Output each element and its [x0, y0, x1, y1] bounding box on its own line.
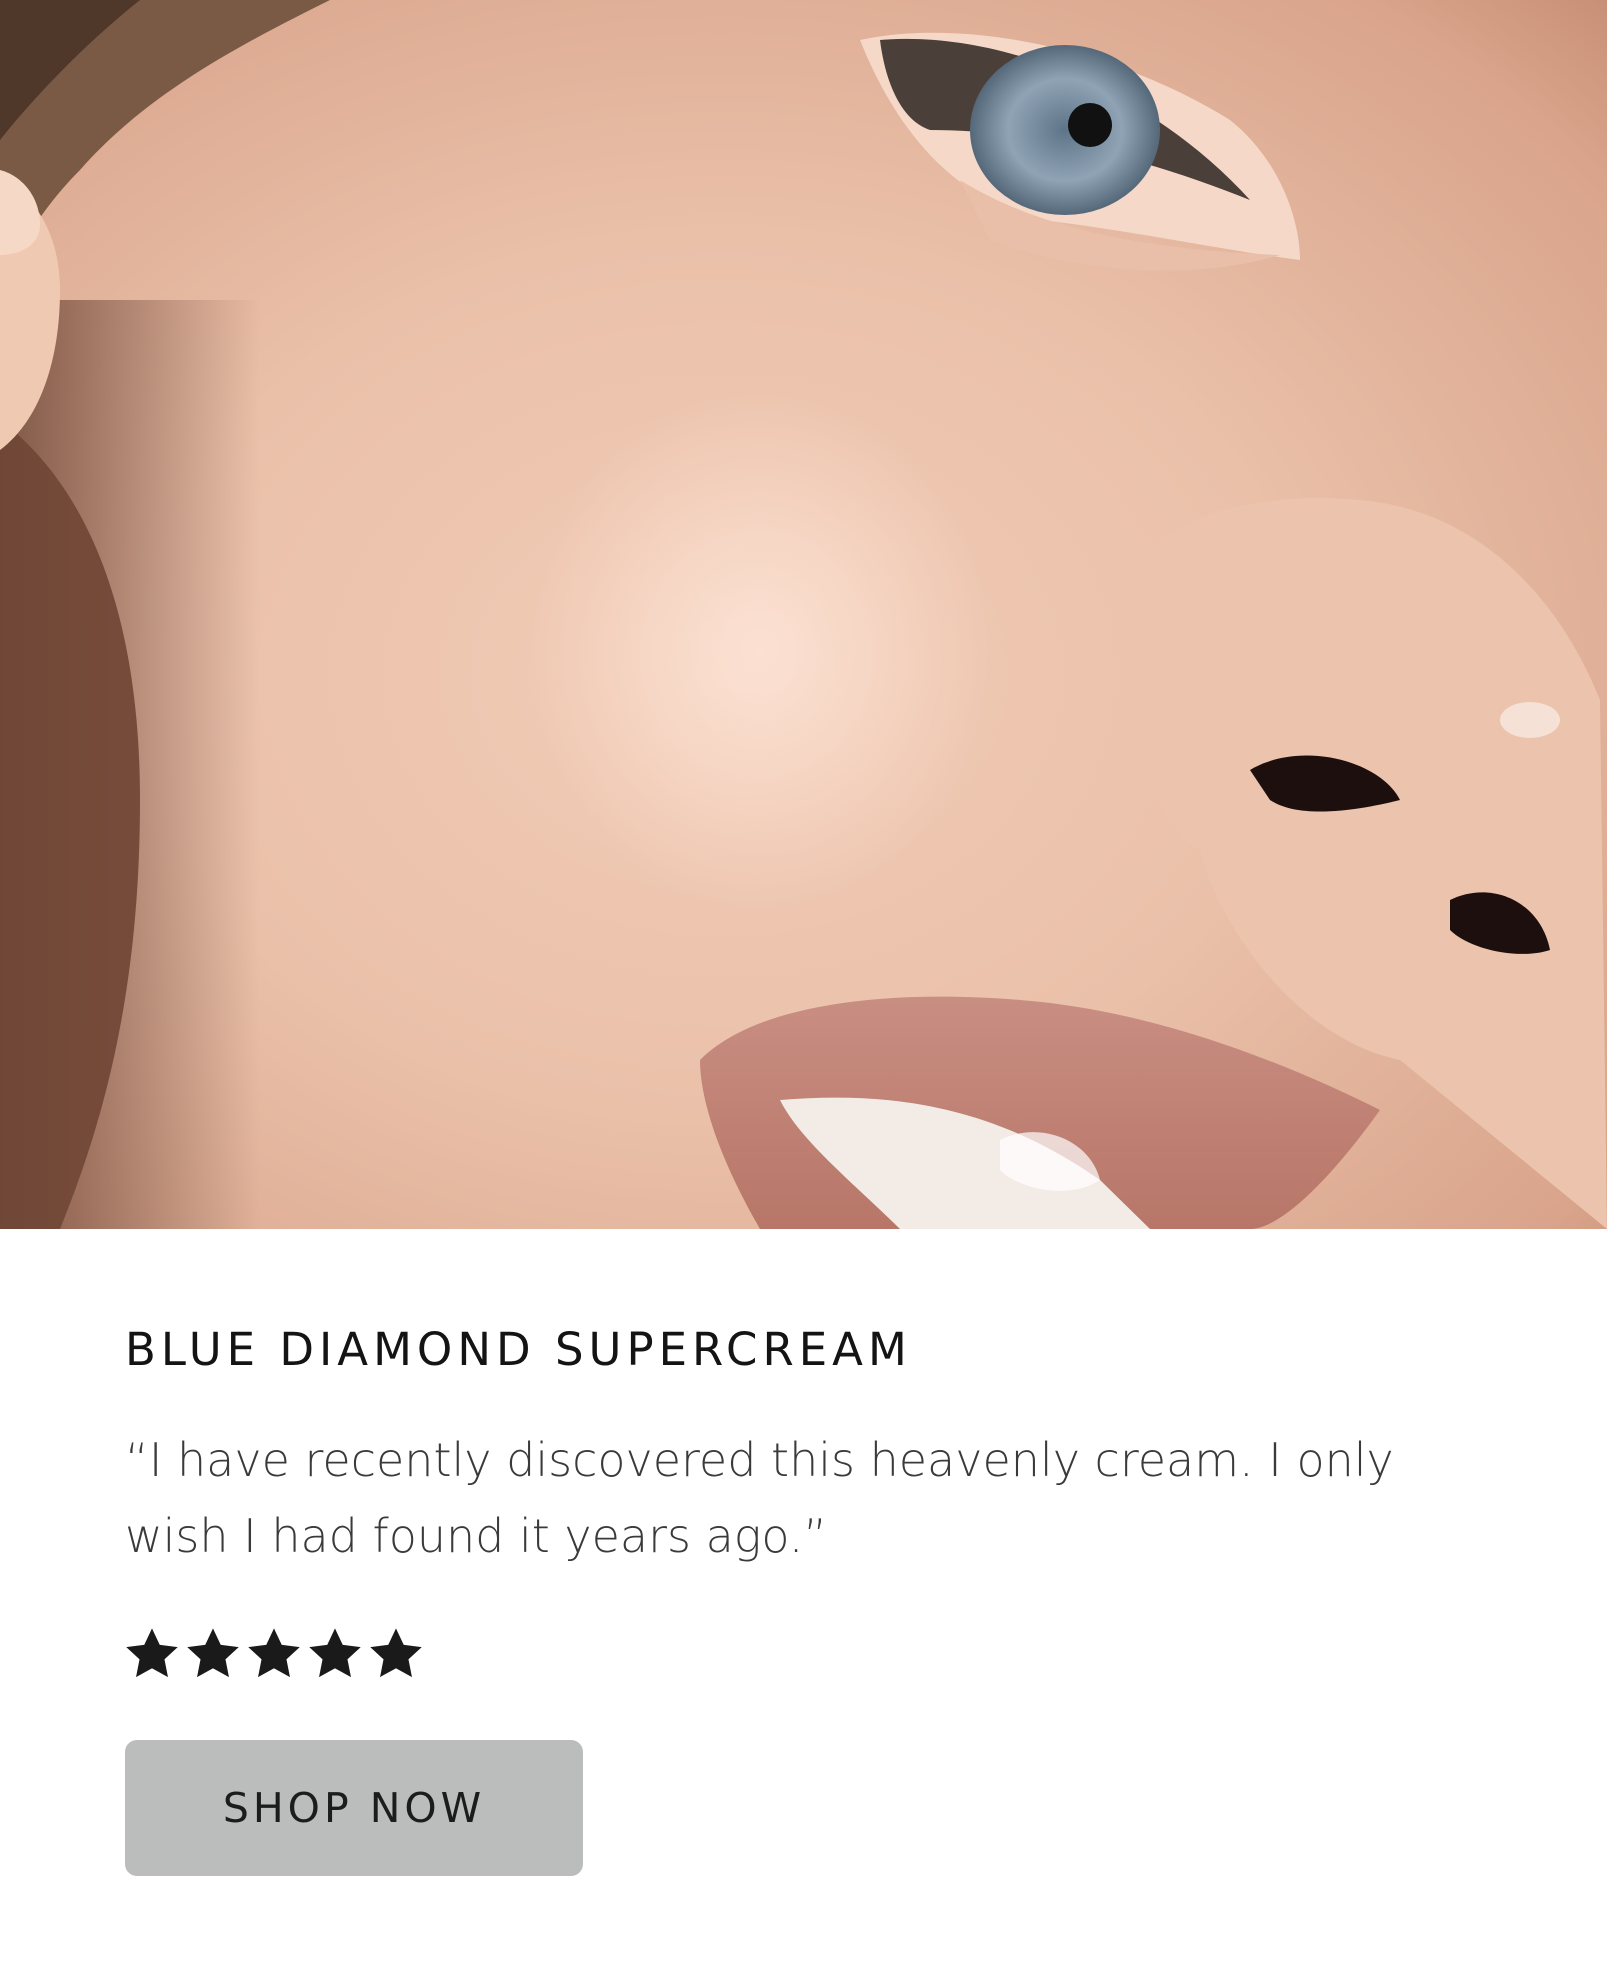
product-title: BLUE DIAMOND SUPERCREAM: [125, 1323, 912, 1376]
face-closeup-photo: [0, 0, 1607, 1229]
shop-now-button[interactable]: SHOP NOW: [125, 1740, 583, 1876]
hero-image: [0, 0, 1607, 1229]
product-review-card: BLUE DIAMOND SUPERCREAM “I have recently…: [125, 1322, 1485, 1682]
review-quote: “I have recently discovered this heavenl…: [125, 1433, 1394, 1563]
star-icon: [308, 1627, 362, 1681]
star-icon: [125, 1627, 179, 1681]
star-icon: [247, 1627, 301, 1681]
star-icon: [186, 1627, 240, 1681]
star-icon: [369, 1627, 423, 1681]
star-rating: [125, 1626, 1485, 1682]
